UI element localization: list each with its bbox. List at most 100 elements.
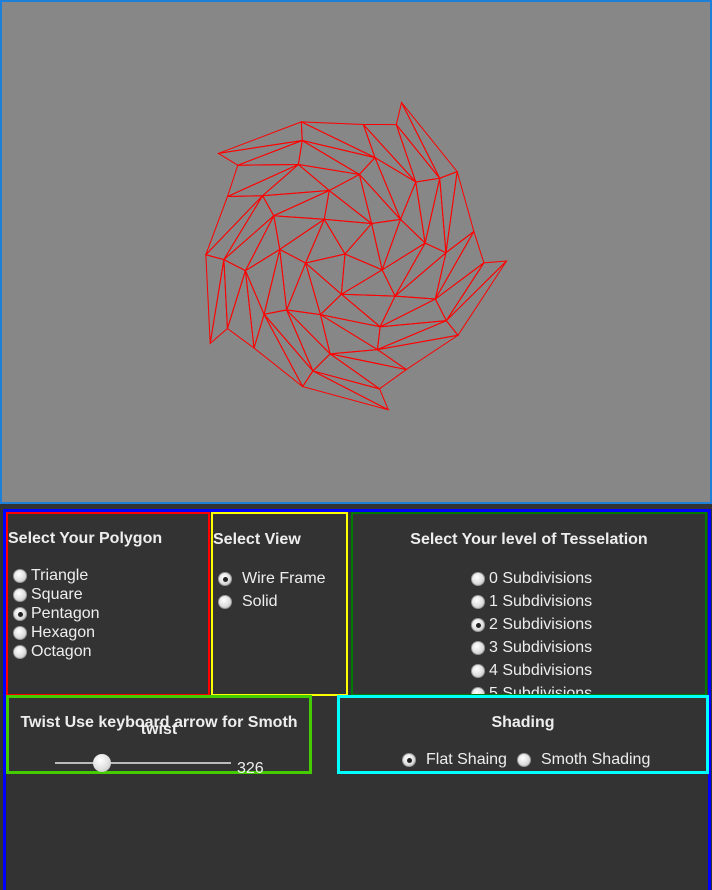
mesh-triangle [329,353,408,390]
radio-button[interactable] [13,625,27,640]
shading-option-smoth-shading[interactable]: Smoth Shading [516,750,651,769]
mesh-triangle [434,231,475,300]
radio-button[interactable] [471,617,485,632]
shading-option-flat-shaing[interactable]: Flat Shaing [402,750,507,769]
mesh-triangle [445,260,508,322]
controls-panel: Select Your Polygon Triangle Square Pentag… [3,509,711,890]
mesh-triangle [311,353,380,390]
view-option-solid[interactable]: Solid [218,590,326,613]
mesh-triangle [328,173,373,225]
mesh-triangle [399,180,426,245]
mesh-triangle [312,370,390,411]
option-label: Octagon [31,642,92,660]
option-label: 3 Subdivisions [489,638,593,656]
option-label: Solid [242,593,278,610]
radio-button[interactable] [471,663,485,678]
tesselation-option-3-subdivisions[interactable]: 3 Subdivisions [471,636,592,659]
tesselation-option-5-subdivisions[interactable]: 5 Subdivisions [471,682,592,694]
radio-button[interactable] [13,606,27,621]
mesh-triangle [244,270,265,349]
option-label: Hexagon [31,623,96,641]
tesselation-title: Select Your level of Tesselation [410,531,648,548]
polygon-title: Select Your Polygon [8,530,163,547]
mesh-triangle [358,156,401,220]
mesh-triangle [223,258,247,329]
radio-button[interactable] [218,571,232,586]
polygon-option-hexagon[interactable]: Hexagon [13,623,100,642]
mesh-triangle [445,260,507,337]
mesh-triangle [218,121,303,154]
mesh-triangle [296,163,361,192]
mesh-triangle [401,102,459,179]
tesselation-option-2-subdivisions[interactable]: 2 Subdivisions [471,613,592,636]
tesselation-option-1-subdivisions[interactable]: 1 Subdivisions [471,590,592,613]
mesh-triangle [286,309,331,372]
shading-title: Shading [491,714,555,731]
polygon-option-square[interactable]: Square [13,585,100,604]
option-label: Smoth Shading [540,750,651,768]
option-label: 0 Subdivisions [489,569,593,587]
radio-button[interactable] [13,644,27,659]
wireframe-mesh [204,101,508,411]
option-label: Square [31,585,83,603]
radio-button[interactable] [471,594,485,609]
option-label: 2 Subdivisions [489,615,593,633]
mesh-triangle [205,254,225,344]
radio-button[interactable] [218,594,232,609]
radio-button[interactable] [471,640,485,655]
mesh-triangle [339,293,396,328]
option-label: Triangle [31,566,89,584]
tesselation-option-0-subdivisions[interactable]: 0 Subdivisions [471,567,592,590]
mesh-triangle [323,218,373,255]
mesh-triangle [381,218,426,272]
tesselation-section: Select Your level of Tesselation 0 Subdi… [351,512,707,696]
mesh-triangle [301,370,389,411]
twist-value: 326 [237,760,264,777]
mesh-triangle [244,248,281,316]
webgl-canvas[interactable] [0,0,712,504]
mesh-triangle [304,218,346,264]
mesh-triangle [370,218,402,272]
mesh-triangle [362,124,417,183]
mesh-triangle [263,249,288,316]
mesh-triangle [278,217,326,264]
radio-button[interactable] [516,752,531,767]
mesh-triangle [319,293,381,328]
twist-slider[interactable] [55,753,231,773]
option-label: Wire Frame [242,570,326,587]
mesh-triangle [261,163,331,197]
mesh-triangle [285,261,322,316]
radio-button[interactable] [402,752,416,767]
slider-track [55,762,231,764]
radio-button[interactable] [13,568,27,583]
polygon-option-pentagon[interactable]: Pentagon [13,604,100,623]
tesselation-option-4-subdivisions[interactable]: 4 Subdivisions [471,659,592,682]
radio-button[interactable] [13,587,27,602]
option-label: Flat Shaing [426,750,507,768]
mesh-triangle [376,334,459,371]
mesh-triangle [393,251,447,300]
mesh-triangle [261,190,330,217]
radio-button[interactable] [471,571,485,586]
mesh-triangle [395,101,441,179]
slider-thumb[interactable] [92,754,111,772]
polygon-option-triangle[interactable]: Triangle [13,566,100,585]
mesh-triangle [445,171,475,254]
option-label: 4 Subdivisions [489,661,593,679]
option-label: Pentagon [31,604,100,622]
mesh-triangle [304,261,343,316]
shading-section: Shading Flat Shaing Smoth Shading [337,695,709,774]
twist-subtitle: twist [140,721,178,738]
mesh-triangle [395,124,441,183]
mesh-triangle [340,253,384,296]
mesh-triangle [222,215,275,272]
mesh-triangle [377,320,459,351]
mesh-triangle [304,253,346,296]
mesh-triangle [273,215,326,251]
view-option-wire-frame[interactable]: Wire Frame [218,567,326,590]
mesh-triangle [216,140,303,166]
polygon-option-octagon[interactable]: Octagon [13,642,100,661]
view-title: Select View [213,531,301,548]
option-label: 1 Subdivisions [489,592,593,610]
mesh-triangle [373,156,417,221]
